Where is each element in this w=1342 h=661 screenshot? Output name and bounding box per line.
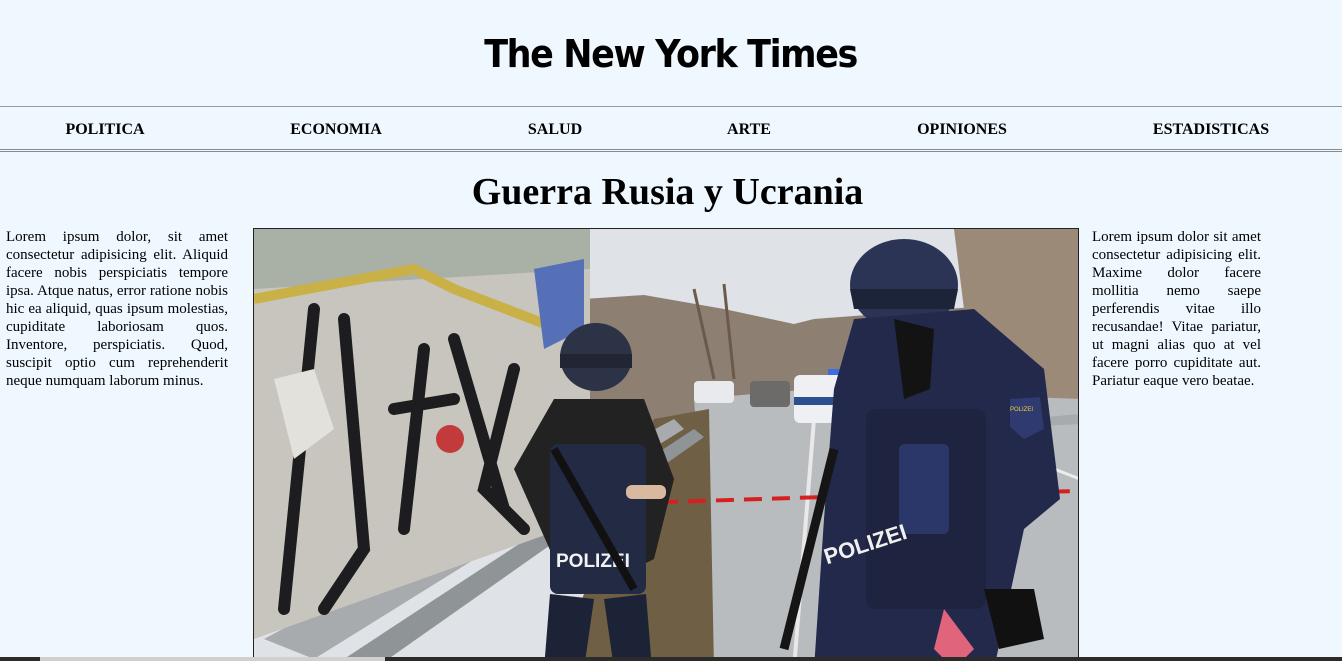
police-scene-illustration: POLIZEI POLIZEI POLIZEI bbox=[254, 229, 1078, 661]
nav-item-economia[interactable]: ECONOMIA bbox=[290, 121, 382, 139]
site-title[interactable]: The New York Times bbox=[485, 32, 859, 76]
nav-item-arte[interactable]: ARTE bbox=[727, 121, 771, 139]
scrollbar-thumb[interactable] bbox=[40, 657, 385, 661]
shoulder-badge-text: POLIZEI bbox=[1010, 407, 1033, 413]
article-photo: POLIZEI POLIZEI POLIZEI bbox=[253, 228, 1079, 661]
article-headline: Guerra Rusia y Ucrania bbox=[471, 171, 864, 213]
masthead: The New York Times bbox=[0, 0, 1342, 106]
nav-item-salud[interactable]: SALUD bbox=[528, 121, 582, 139]
main-nav: POLITICA ECONOMIA SALUD ARTE OPINIONES E… bbox=[0, 106, 1342, 152]
nav-item-estadisticas[interactable]: ESTADISTICAS bbox=[1153, 121, 1269, 139]
nav-item-opiniones[interactable]: OPINIONES bbox=[917, 121, 1007, 139]
nav-item-politica[interactable]: POLITICA bbox=[65, 121, 144, 139]
article-right-column: Lorem ipsum dolor sit amet consectetur a… bbox=[1092, 229, 1261, 389]
article-left-column: Lorem ipsum dolor, sit amet consectetur … bbox=[6, 229, 228, 389]
bottom-scrollbar[interactable] bbox=[0, 657, 1342, 661]
